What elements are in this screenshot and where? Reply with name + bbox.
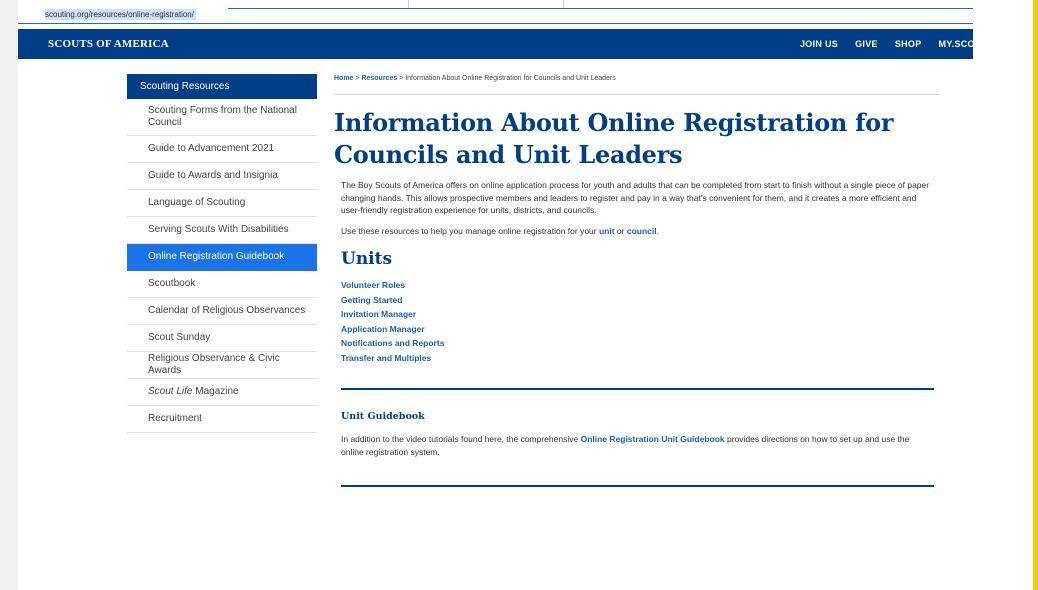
breadcrumb: Home > Resources > Information About Onl… bbox=[334, 74, 940, 95]
sidebar-item-language[interactable]: Language of Scouting bbox=[127, 190, 317, 217]
nav-my-scouting[interactable]: MY.SCO bbox=[939, 39, 975, 49]
nav-give[interactable]: GIVE bbox=[855, 39, 878, 49]
sidebar-item-scout-life[interactable]: Scout Life Magazine bbox=[127, 379, 317, 406]
section-divider bbox=[341, 388, 934, 390]
sidebar-item-advancement[interactable]: Guide to Advancement 2021 bbox=[127, 136, 317, 163]
main-content: Home > Resources > Information About Onl… bbox=[334, 74, 940, 487]
sidebar-item-religious-awards[interactable]: Religious Observance & Civic Awards bbox=[127, 352, 317, 379]
sidebar-item-forms[interactable]: Scouting Forms from the National Council bbox=[127, 99, 317, 136]
link-application-manager[interactable]: Application Manager bbox=[341, 322, 940, 337]
page-title: Information About Online Registration fo… bbox=[334, 108, 894, 169]
link-invitation-manager[interactable]: Invitation Manager bbox=[341, 307, 940, 322]
breadcrumb-current: Information About Online Registration fo… bbox=[405, 75, 616, 82]
sidebar-item-disabilities[interactable]: Serving Scouts With Disabilities bbox=[127, 217, 317, 244]
resources-paragraph: Use these resources to help you manage o… bbox=[341, 225, 659, 236]
left-gutter bbox=[0, 0, 18, 590]
link-transfer-multiples[interactable]: Transfer and Multiples bbox=[341, 351, 940, 366]
sidebar-item-registration-guidebook[interactable]: Online Registration Guidebook bbox=[127, 244, 317, 271]
sidebar-item-recruitment[interactable]: Recruitment bbox=[127, 406, 317, 433]
url-text[interactable]: scouting.org/resources/online-registrati… bbox=[45, 9, 196, 20]
link-notifications-reports[interactable]: Notifications and Reports bbox=[341, 336, 940, 351]
link-volunteer-roles[interactable]: Volunteer Roles bbox=[341, 278, 940, 293]
header-nav: JOIN US GIVE SHOP MY.SCO bbox=[800, 39, 992, 49]
address-bar[interactable]: scouting.org/resources/online-registrati… bbox=[18, 0, 973, 24]
window-edge bbox=[1033, 0, 1038, 590]
nav-join-us[interactable]: JOIN US bbox=[800, 39, 838, 49]
sidebar: Scouting Resources Scouting Forms from t… bbox=[127, 74, 317, 433]
guidebook-link[interactable]: Online Registration Unit Guidebook bbox=[581, 434, 725, 444]
breadcrumb-resources[interactable]: Resources bbox=[361, 75, 397, 82]
guidebook-paragraph: In addition to the video tutorials found… bbox=[341, 434, 910, 457]
breadcrumb-home[interactable]: Home bbox=[334, 75, 353, 82]
link-getting-started[interactable]: Getting Started bbox=[341, 293, 940, 308]
unit-link[interactable]: unit bbox=[599, 226, 615, 236]
nav-shop[interactable]: SHOP bbox=[895, 39, 922, 49]
section-divider bbox=[341, 485, 934, 487]
unit-guidebook-heading: Unit Guidebook bbox=[341, 411, 425, 422]
units-heading: Units bbox=[341, 249, 393, 269]
sidebar-item-scout-sunday[interactable]: Scout Sunday bbox=[127, 325, 317, 352]
council-link[interactable]: council bbox=[627, 226, 657, 236]
intro-paragraph: The Boy Scouts of America offers on onli… bbox=[341, 180, 930, 215]
sidebar-heading[interactable]: Scouting Resources bbox=[127, 74, 317, 99]
sidebar-item-calendar[interactable]: Calendar of Religious Observances bbox=[127, 298, 317, 325]
unit-links-list: Volunteer Roles Getting Started Invitati… bbox=[334, 278, 940, 365]
site-header: SCOUTS OF AMERICA JOIN US GIVE SHOP MY.S… bbox=[18, 29, 975, 59]
sidebar-item-awards[interactable]: Guide to Awards and Insignia bbox=[127, 163, 317, 190]
right-gutter bbox=[973, 0, 1033, 590]
sidebar-item-scoutbook[interactable]: Scoutbook bbox=[127, 271, 317, 298]
site-logo[interactable]: SCOUTS OF AMERICA bbox=[48, 38, 169, 50]
